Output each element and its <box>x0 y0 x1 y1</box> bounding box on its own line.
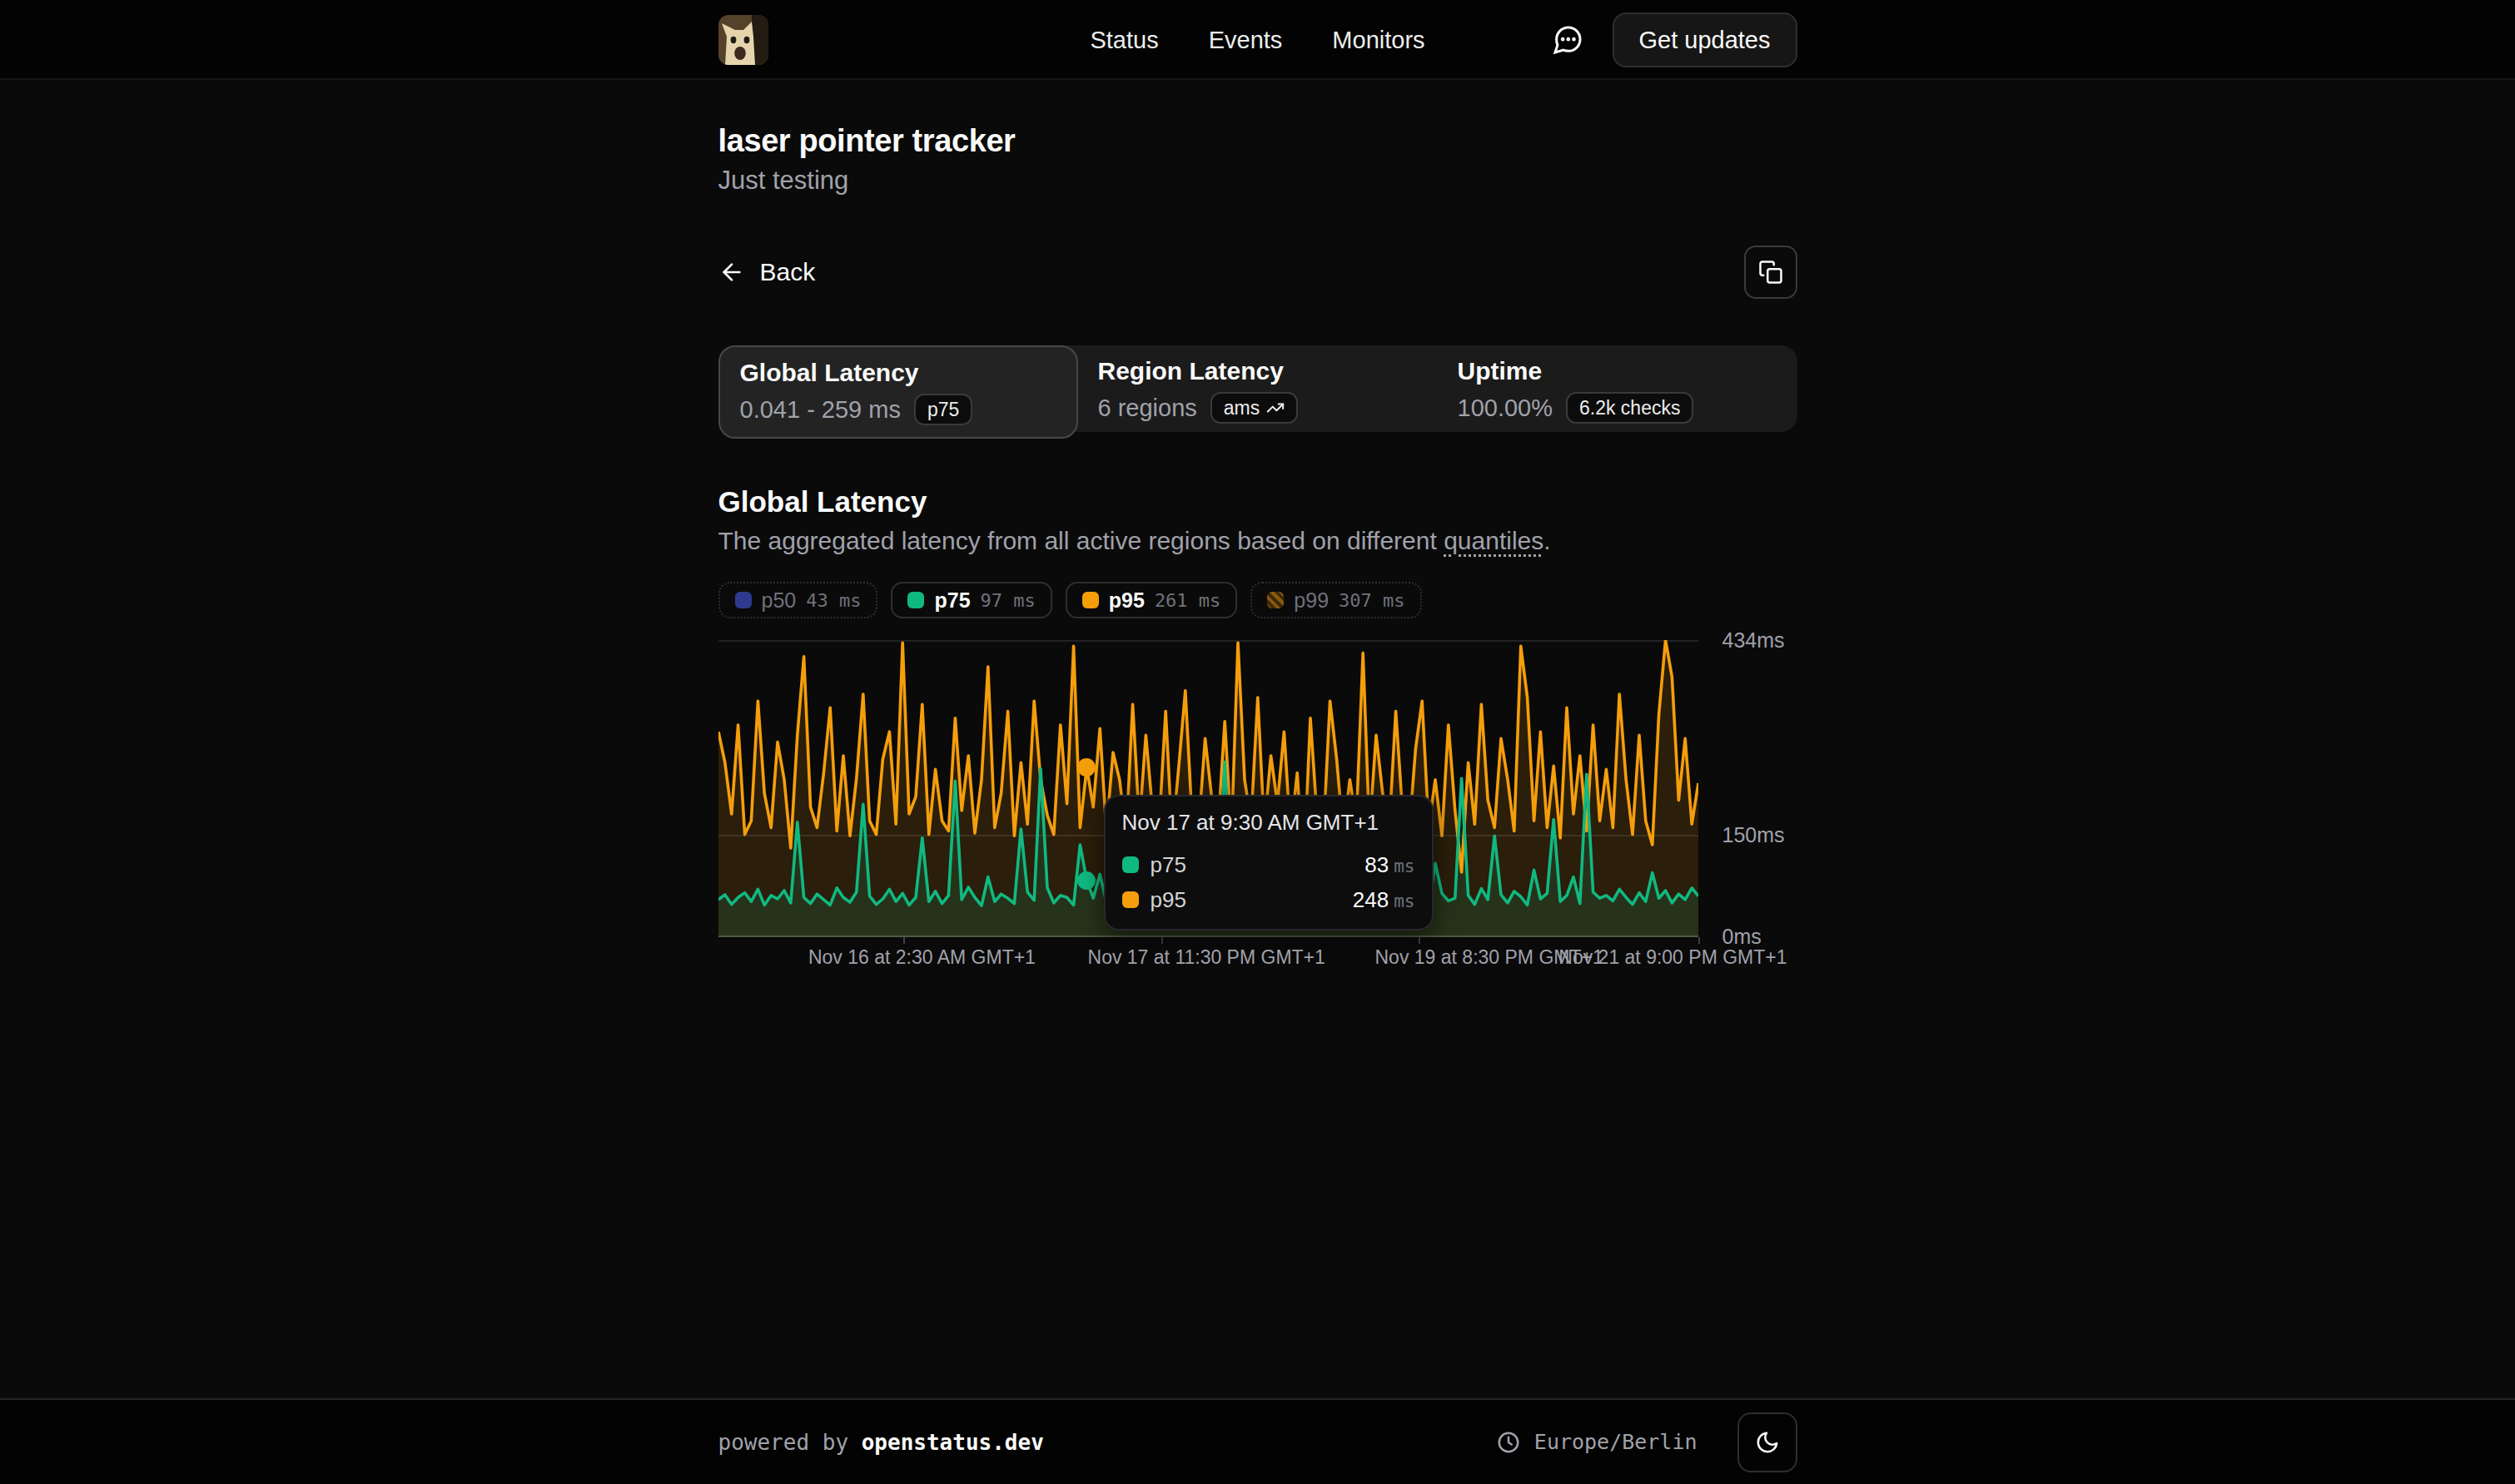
feedback-button[interactable] <box>1551 23 1584 57</box>
page-title: laser pointer tracker <box>718 123 1797 159</box>
nav-links: Status Events Monitors <box>1090 27 1424 54</box>
tab-region-latency[interactable]: Region Latency 6 regions ams <box>1078 345 1438 439</box>
message-bubble-icon <box>1551 23 1584 57</box>
footer: powered by openstatus.dev Europe/Berlin <box>0 1398 2515 1484</box>
nav-link-monitors[interactable]: Monitors <box>1332 27 1424 54</box>
y-axis-label-mid: 150ms <box>1722 823 1785 847</box>
tab-global-latency[interactable]: Global Latency 0.041 - 259 ms p75 <box>718 345 1078 439</box>
quantiles-link[interactable]: quantiles <box>1444 527 1543 554</box>
x-axis-label-2: Nov 17 at 11:30 PM GMT+1 <box>1088 946 1325 969</box>
tooltip-row-p75: p75 83ms <box>1122 847 1415 882</box>
copy-button[interactable] <box>1744 246 1797 299</box>
legend-p75[interactable]: p75 97 ms <box>891 582 1051 618</box>
chart-tooltip: Nov 17 at 9:30 AM GMT+1 p75 83ms p95 248… <box>1104 795 1434 931</box>
tab-uptime[interactable]: Uptime 100.00% 6.2k checks <box>1438 345 1797 439</box>
copy-icon <box>1758 260 1783 285</box>
page: Status Events Monitors Get updates laser… <box>0 0 2515 1484</box>
timezone-label: Europe/Berlin <box>1534 1430 1697 1454</box>
y-axis-label-zero: 0ms <box>1722 925 1762 949</box>
trending-up-icon <box>1266 399 1285 417</box>
tooltip-p95-chip <box>1122 891 1139 908</box>
chart-legend: p50 43 ms p75 97 ms p95 261 ms p99 307 m… <box>718 582 1797 618</box>
nav-link-status[interactable]: Status <box>1090 27 1158 54</box>
nav-link-events[interactable]: Events <box>1209 27 1283 54</box>
p75-badge: p75 <box>914 394 972 425</box>
ams-badge: ams <box>1210 392 1298 424</box>
get-updates-button[interactable]: Get updates <box>1613 12 1797 67</box>
top-nav: Status Events Monitors Get updates <box>0 0 2515 80</box>
marker-dot-p95 <box>1077 758 1096 777</box>
y-axis-label-max: 434ms <box>1722 628 1785 653</box>
p95-chip <box>1082 592 1099 608</box>
x-axis-label-1: Nov 16 at 2:30 AM GMT+1 <box>808 946 1036 969</box>
marker-dot-p75 <box>1077 871 1096 890</box>
section-description: The aggregated latency from all active r… <box>718 527 1797 555</box>
summary-tabs: Global Latency 0.041 - 259 ms p75 Region… <box>718 345 1797 432</box>
p99-chip <box>1267 592 1284 608</box>
x-axis-label-4: Nov 21 at 9:00 PM GMT+1 <box>1558 946 1787 969</box>
avatar[interactable] <box>718 15 768 65</box>
p75-chip <box>907 592 924 608</box>
main-content: laser pointer tracker Just testing Back … <box>718 123 1797 970</box>
p50-chip <box>735 592 752 608</box>
tooltip-row-p95: p95 248ms <box>1122 882 1415 917</box>
cat-avatar-image <box>718 15 768 65</box>
tooltip-p75-chip <box>1122 856 1139 873</box>
chart-plot-area: Nov 17 at 9:30 AM GMT+1 p75 83ms p95 248… <box>718 640 1698 937</box>
arrow-left-icon <box>718 259 745 285</box>
theme-toggle-button[interactable] <box>1737 1412 1797 1472</box>
moon-icon <box>1755 1430 1780 1455</box>
tooltip-timestamp: Nov 17 at 9:30 AM GMT+1 <box>1122 810 1415 836</box>
clock-icon <box>1496 1430 1521 1455</box>
latency-chart[interactable]: Nov 17 at 9:30 AM GMT+1 p75 83ms p95 248… <box>718 628 1797 970</box>
legend-p99[interactable]: p99 307 ms <box>1250 582 1421 618</box>
page-subtitle: Just testing <box>718 166 1797 196</box>
powered-by: powered by openstatus.dev <box>718 1430 1044 1455</box>
section-title: Global Latency <box>718 485 1797 519</box>
checks-badge: 6.2k checks <box>1566 392 1693 424</box>
legend-p50[interactable]: p50 43 ms <box>718 582 878 618</box>
openstatus-link[interactable]: openstatus.dev <box>862 1430 1044 1455</box>
back-link[interactable]: Back <box>718 258 816 286</box>
legend-p95[interactable]: p95 261 ms <box>1066 582 1238 618</box>
